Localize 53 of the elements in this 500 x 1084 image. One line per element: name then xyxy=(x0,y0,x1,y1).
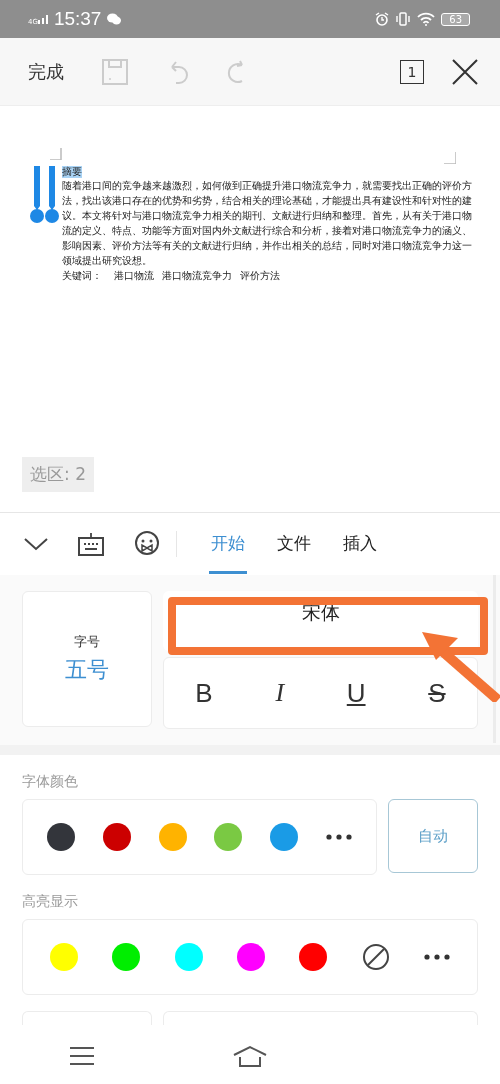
menu-icon[interactable] xyxy=(69,1046,94,1066)
more-icon[interactable] xyxy=(423,954,450,960)
home-icon[interactable] xyxy=(233,1045,267,1067)
selection-handle[interactable] xyxy=(45,166,59,223)
page-count-button[interactable]: 1 xyxy=(400,59,424,84)
selection-count-label: 选区: 2 xyxy=(22,457,94,492)
text-line: 流的定义、特点、功能等方面对国内外文献进行综合和分析，接着对港口物流竞争力的涵义、 xyxy=(62,224,473,238)
battery-level: 63 xyxy=(441,12,470,26)
document-heading: 摘要 xyxy=(62,166,82,178)
section-label: 高亮显示 xyxy=(22,893,79,911)
page-corner-mark xyxy=(50,148,62,160)
emoji-icon[interactable] xyxy=(134,531,160,557)
color-swatch[interactable] xyxy=(46,823,75,851)
alarm-icon xyxy=(375,12,390,26)
done-button[interactable]: 完成 xyxy=(28,59,64,84)
keyboard-icon[interactable] xyxy=(78,532,104,556)
color-swatch[interactable] xyxy=(50,943,79,971)
color-swatch[interactable] xyxy=(112,943,141,971)
underline-button[interactable]: U xyxy=(346,677,366,709)
text-line: 法，找出该港口存在的优势和劣势，结合相关的理论基础，才能提出具有建设性和针对性的建 xyxy=(62,194,473,208)
text-line: 议。本文将针对与港口物流竞争力相关的期刊、文献进行归纳和整理。首先，从有关于港口物 xyxy=(62,209,473,223)
text-line: 领域提出研究设想。 xyxy=(62,254,153,268)
selection-handle[interactable] xyxy=(30,166,44,223)
italic-button[interactable]: I xyxy=(275,678,285,708)
keyword: 评价方法 xyxy=(240,269,280,283)
color-swatch[interactable] xyxy=(270,823,299,851)
color-swatch[interactable] xyxy=(174,943,203,971)
tab[interactable]: 插入 xyxy=(341,514,379,574)
keyword: 港口物流竞争力 xyxy=(162,269,232,283)
color-swatch[interactable] xyxy=(102,823,131,851)
strikethrough-button[interactable]: S xyxy=(428,677,446,709)
bold-button[interactable]: B xyxy=(195,677,213,709)
color-swatch[interactable] xyxy=(214,823,243,851)
text-line: 随着港口间的竞争越来越激烈，如何做到正确提升港口物流竞争力，就需要找出正确的评价方 xyxy=(62,179,473,193)
font-size-button[interactable]: 字号 五号 xyxy=(22,591,152,727)
text-line: 影响因素、评价方法等有关的文献进行归纳，并作出相关的总结，同时对港口物流竞争力这一 xyxy=(62,239,473,253)
page-corner-mark xyxy=(444,152,456,164)
no-color-icon[interactable] xyxy=(361,943,390,971)
section-label: 字体颜色 xyxy=(22,773,79,791)
signal-icon xyxy=(37,14,48,24)
chat-icon xyxy=(107,13,122,25)
tab[interactable]: 文件 xyxy=(275,514,313,574)
keyword: 港口物流 xyxy=(114,269,154,283)
clock-time: 15:37 xyxy=(53,8,102,30)
vibrate-icon xyxy=(395,12,412,26)
color-swatch[interactable] xyxy=(299,943,328,971)
more-icon[interactable] xyxy=(326,834,353,840)
wifi-icon xyxy=(417,12,436,26)
keywords-label: 关键词： xyxy=(62,269,102,283)
color-swatch[interactable] xyxy=(237,943,265,971)
color-swatch[interactable] xyxy=(158,823,187,851)
close-icon[interactable] xyxy=(452,58,478,85)
collapse-icon[interactable] xyxy=(24,537,48,551)
